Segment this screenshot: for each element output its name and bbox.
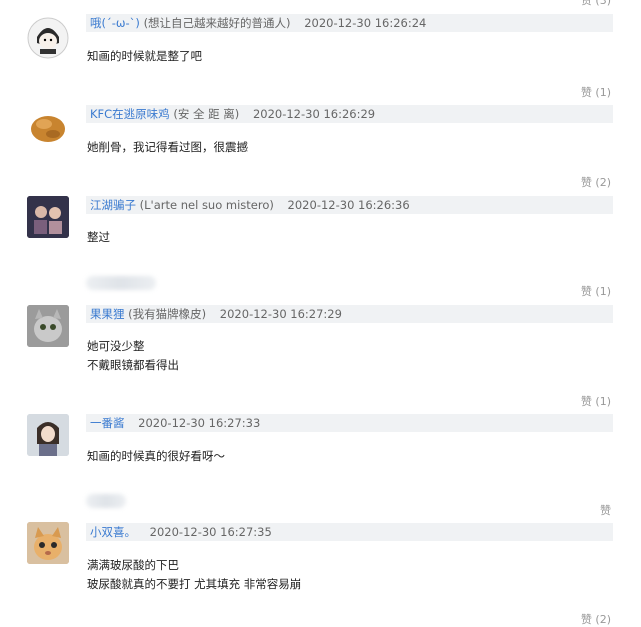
comment-meta: 果果狸 (我有猫牌橡皮) 2020-12-30 16:27:29 bbox=[86, 305, 613, 323]
timestamp: 2020-12-30 16:26:24 bbox=[304, 16, 427, 30]
timestamp: 2020-12-30 16:27:29 bbox=[219, 307, 342, 321]
comment-text: 知画的时候就是整了吧 bbox=[87, 49, 202, 63]
comment-meta: KFC在逃原味鸡 (安 全 距 离) 2020-12-30 16:26:29 bbox=[86, 105, 613, 123]
comment-text: 她削骨，我记得看过图，很震撼 bbox=[87, 140, 248, 154]
comment-meta: 一番酱 2020-12-30 16:27:33 bbox=[86, 414, 613, 432]
comment-meta: 哦(´-ω-`) (想让自己越来越好的普通人) 2020-12-30 16:26… bbox=[86, 14, 613, 32]
user-tag: (想让自己越来越好的普通人) bbox=[143, 16, 291, 30]
like-button[interactable]: 赞 (3) bbox=[581, 0, 611, 8]
username-link[interactable]: 一番酱 bbox=[90, 416, 125, 430]
avatar[interactable] bbox=[27, 414, 69, 456]
like-button[interactable]: 赞 (1) bbox=[581, 84, 611, 100]
username-link[interactable]: 哦(´-ω-`) bbox=[90, 16, 140, 30]
user-tag: (L'arte nel suo mistero) bbox=[139, 198, 274, 212]
avatar[interactable] bbox=[27, 17, 69, 59]
like-button[interactable]: 赞 (1) bbox=[581, 283, 611, 299]
comment-meta: 江湖骗子 (L'arte nel suo mistero) 2020-12-30… bbox=[86, 196, 613, 214]
avatar[interactable] bbox=[27, 196, 69, 238]
comment-text: 整过 bbox=[87, 230, 110, 244]
timestamp: 2020-12-30 16:27:35 bbox=[149, 525, 272, 539]
username-link[interactable]: KFC在逃原味鸡 bbox=[90, 107, 170, 121]
timestamp: 2020-12-30 16:26:36 bbox=[287, 198, 410, 212]
user-tag: (我有猫牌橡皮) bbox=[128, 307, 207, 321]
like-button[interactable]: 赞 (2) bbox=[581, 174, 611, 190]
like-button[interactable]: 赞 bbox=[600, 502, 611, 518]
comment-meta: 小双喜。 2020-12-30 16:27:35 bbox=[86, 523, 613, 541]
avatar[interactable] bbox=[27, 522, 69, 564]
comment-text: 知画的时候真的很好看呀～ bbox=[87, 449, 225, 463]
timestamp: 2020-12-30 16:27:33 bbox=[138, 416, 261, 430]
like-button[interactable]: 赞 (1) bbox=[581, 393, 611, 409]
username-link[interactable]: 江湖骗子 bbox=[90, 198, 136, 212]
username-link[interactable]: 果果狸 bbox=[90, 307, 125, 321]
timestamp: 2020-12-30 16:26:29 bbox=[252, 107, 376, 121]
comment-text: 满满玻尿酸的下巴 玻尿酸就真的不要打 尤其填充 非常容易崩 bbox=[87, 558, 302, 591]
user-tag: (安 全 距 离) bbox=[173, 107, 240, 121]
blurred-reply bbox=[86, 494, 126, 508]
like-button[interactable]: 赞 (2) bbox=[581, 611, 611, 627]
avatar[interactable] bbox=[27, 106, 69, 148]
avatar[interactable] bbox=[27, 305, 69, 347]
comment-text: 她可没少整 不戴眼镜都看得出 bbox=[87, 339, 179, 372]
username-link[interactable]: 小双喜。 bbox=[90, 525, 136, 539]
blurred-reply bbox=[86, 276, 156, 290]
